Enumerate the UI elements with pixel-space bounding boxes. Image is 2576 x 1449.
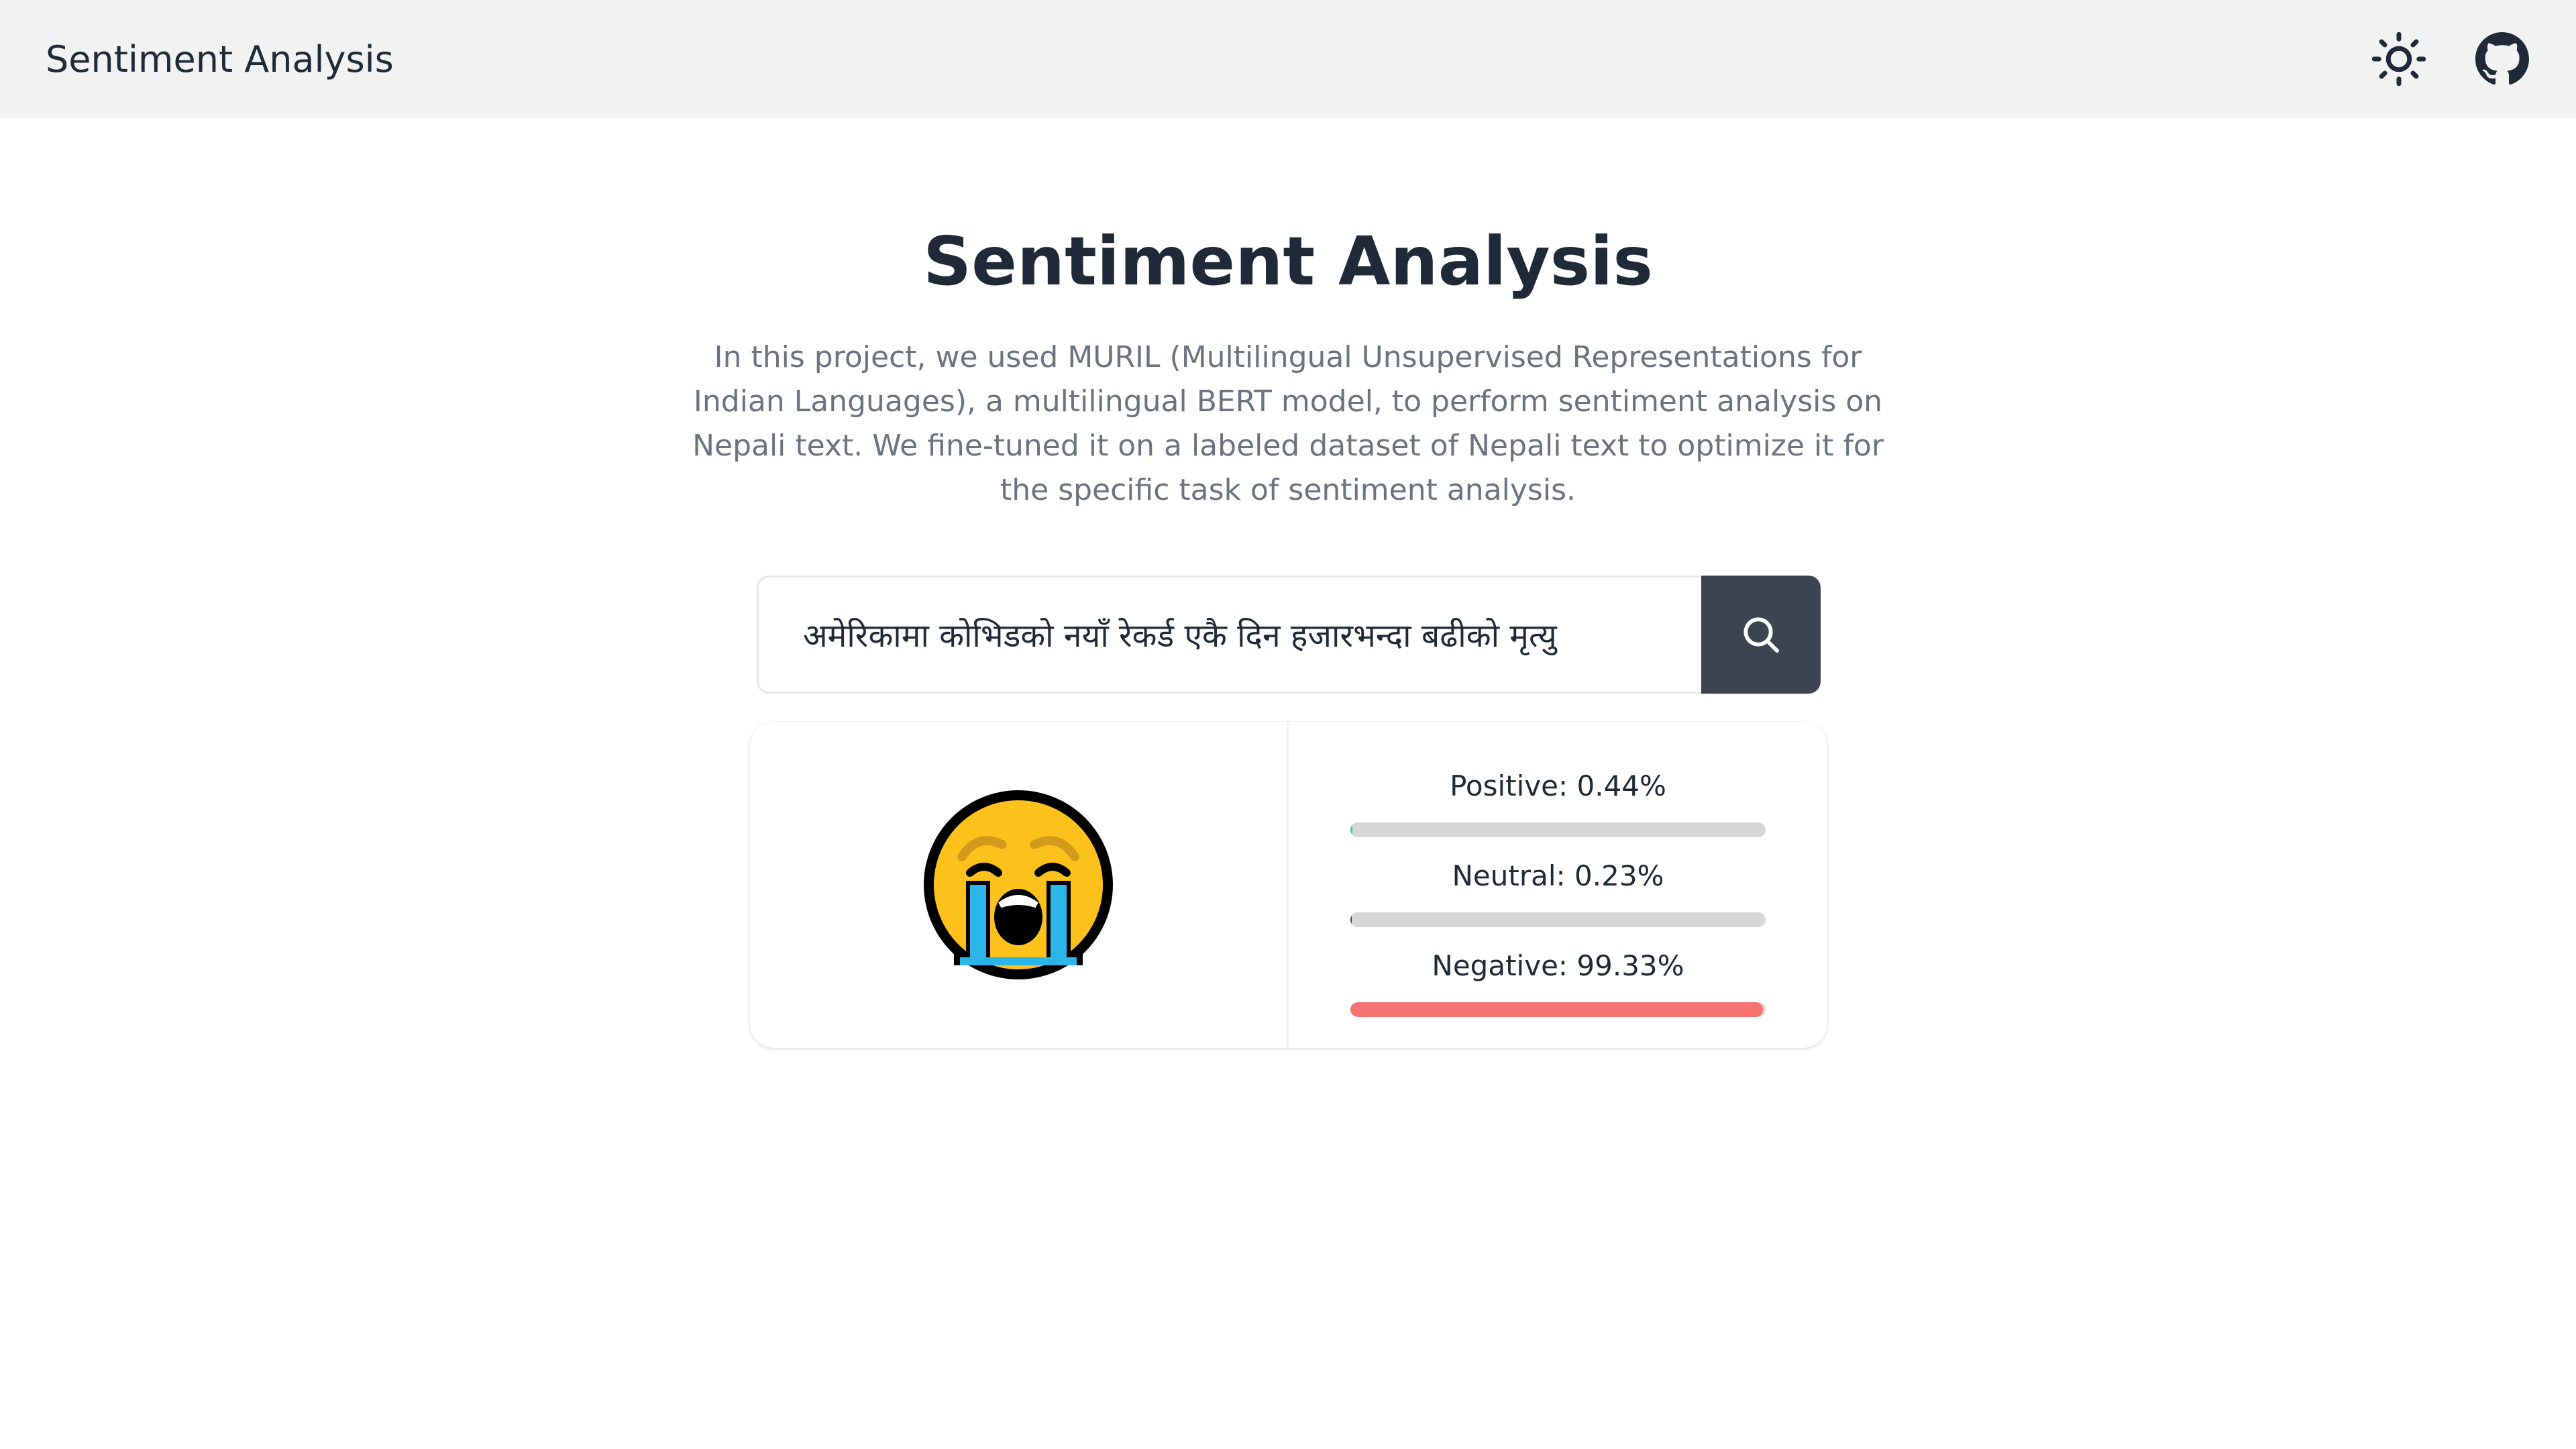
score-negative: Negative: 99.33%: [1350, 946, 1766, 1017]
loudly-crying-face-icon: [924, 790, 1113, 979]
result-card: Positive: 0.44% Neutral: 0.23% Negative:…: [750, 722, 1827, 1048]
text-input[interactable]: [757, 576, 1701, 694]
score-positive: Positive: 0.44%: [1350, 766, 1766, 837]
progress-fill-positive: [1350, 822, 1352, 837]
emoji-pane: [750, 722, 1289, 1048]
theme-toggle-button[interactable]: [2371, 31, 2427, 87]
score-label-positive: Positive: 0.44%: [1450, 769, 1666, 802]
progress-bar-negative: [1350, 1002, 1766, 1017]
hero-section: Sentiment Analysis In this project, we u…: [0, 215, 2576, 513]
analyze-button[interactable]: [1701, 576, 1821, 694]
search-bar: [757, 576, 1821, 694]
score-neutral: Neutral: 0.23%: [1350, 856, 1766, 927]
scores-pane: Positive: 0.44% Neutral: 0.23% Negative:…: [1289, 722, 1827, 1048]
progress-fill-neutral: [1350, 912, 1352, 927]
progress-bar-positive: [1350, 822, 1766, 837]
search-icon: [1743, 617, 1779, 653]
github-icon: [2475, 32, 2529, 85]
score-label-neutral: Neutral: 0.23%: [1452, 859, 1664, 892]
project-description: In this project, we used MURIL (Multilin…: [692, 340, 1884, 507]
progress-fill-negative: [1350, 1002, 1763, 1017]
page-title: Sentiment Analysis: [923, 222, 1653, 301]
app-title[interactable]: Sentiment Analysis: [46, 38, 394, 80]
navbar: Sentiment Analysis: [0, 0, 2576, 118]
sun-icon: [2371, 32, 2426, 87]
score-label-negative: Negative: 99.33%: [1432, 949, 1684, 982]
nav-actions: [2371, 31, 2530, 87]
progress-bar-neutral: [1350, 912, 1766, 927]
github-link[interactable]: [2474, 31, 2530, 87]
